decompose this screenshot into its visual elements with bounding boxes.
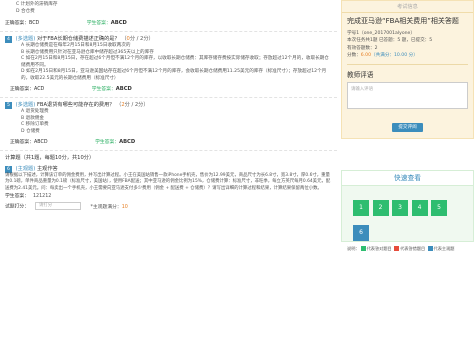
question-text: FBA退货有哪些可能存在的费用？: [36, 102, 115, 108]
legend-correct: 代表答对题目: [366, 246, 392, 251]
question-type: (主观题): [15, 166, 36, 172]
legend-correct-swatch: [360, 246, 366, 251]
question-header: 6 (主观题) 主观作答: [5, 165, 337, 173]
comment-title: 教师评语: [347, 70, 374, 79]
summary-info: 本次任务共1题 已答题：5 题，已提交：5: [347, 38, 433, 43]
question-score: （2分 / 2分）: [116, 102, 149, 108]
exam-info-panel: 考试信息 完成亚马逊“FBA相关费用”相关答题 学号1（one_201700​1…: [341, 0, 474, 139]
question-text: 主观作答: [36, 166, 58, 172]
question-cell-4[interactable]: 4: [411, 200, 428, 216]
question-type: (多选题): [15, 36, 36, 42]
question-cell-5[interactable]: 5: [431, 200, 447, 216]
question-header: 5 (多选题) FBA退货有哪些可能存在的费用？ （2分 / 2分）: [5, 101, 337, 109]
legend-subjective: 代表主观题: [433, 246, 455, 251]
divider: [347, 63, 468, 65]
question-cell-1[interactable]: 1: [353, 200, 369, 216]
student-answer: ABCD: [115, 86, 132, 92]
correct-answer: ACD: [34, 87, 45, 92]
rating-row: 试题打分： 请打分 *主观题满分：10: [0, 202, 337, 212]
question-4: 4 (多选题) 对于FBA长期仓储费描述正确的是？ （0分 / 2分） A 长期…: [0, 35, 337, 94]
correct-answer-label: 正确答案：: [10, 87, 34, 92]
answer-line: 正确答案：ACD 学生答案：ABCD: [5, 85, 337, 94]
comment-textarea[interactable]: 请输入评语: [347, 81, 468, 109]
correct-answer-label: 正确答案：: [10, 140, 34, 145]
divider: [0, 97, 337, 98]
option-d: D 仓储费: [21, 128, 40, 134]
correct-answer-label: 正确答案：: [5, 21, 29, 26]
question-header: 4 (多选题) 对于FBA长期仓储费描述正确的是？ （0分 / 2分）: [5, 35, 337, 43]
divider: [0, 150, 337, 151]
question-description: 请根据以下描述，计算该订单的佣金费用，并写出计算过程。小王在美国站销售一款iPh…: [5, 173, 331, 191]
panel-body: 完成亚马逊“FBA相关费用”相关答题 学号1（one_201700​1alyon…: [342, 13, 473, 138]
student-answer-row: 学生答案： 121212: [0, 192, 337, 202]
student-answer: ABCD: [119, 139, 136, 145]
submit-wrap: 提交评阅: [347, 113, 468, 132]
option-d: D 如在2月15日和8月15日，亚马逊美国站存在超过6个月但不满12个月的库存，…: [21, 69, 327, 81]
question-number: 5: [5, 102, 12, 109]
question-cell-6[interactable]: 6: [353, 225, 369, 241]
student-answer: 121212: [33, 194, 52, 200]
question-score: （0分 / 2分）: [121, 36, 154, 42]
max-score: *主观题满分：10: [90, 204, 128, 210]
score-value: 6.00: [360, 53, 372, 58]
rating-label: 试题打分：: [5, 204, 29, 210]
student-answer-label: 学生答案：: [86, 21, 111, 26]
answer-line: 正确答案：ABCD 学生答案：ABCD: [5, 138, 337, 147]
option: D 合仓费: [16, 8, 35, 14]
submit-review-button[interactable]: 提交评阅: [392, 122, 423, 132]
question-5: 5 (多选题) FBA退货有哪些可能存在的费用？ （2分 / 2分） A 退货处…: [0, 101, 337, 147]
quick-view-title: 快速查看: [342, 171, 473, 186]
legend-subjective-swatch: [427, 246, 433, 251]
question-grid: 1 2 3 4 5 6: [342, 186, 473, 246]
answer-line: 正确答案：BCD 学生答案：ABCD: [0, 19, 337, 28]
option-c: C 如在2月15日和8月15日，存在超过6个月但不满12个月的库存，以收取长期仓…: [21, 56, 329, 68]
question-number: 4: [5, 36, 12, 43]
score-info: 分数：6.00（共满分：10.00 分）: [347, 53, 418, 58]
panel-header: 考试信息: [342, 1, 473, 13]
question-number: 6: [5, 166, 12, 173]
exam-title: 完成亚马逊“FBA相关费用”相关答题: [347, 17, 459, 25]
legend-wrong-swatch: [394, 246, 400, 251]
correct-answer: ABCD: [34, 140, 48, 145]
student-answer-label: 学生答案：: [5, 194, 29, 200]
answered-info: 有效答题数：2: [347, 45, 378, 51]
question-cell-3[interactable]: 3: [392, 200, 408, 216]
question-cell-2[interactable]: 2: [372, 200, 389, 216]
question-6: 6 (主观题) 主观作答 请根据以下描述，计算该订单的佣金费用，并写出计算过程。…: [0, 165, 337, 192]
student-answer: ABCD: [110, 20, 127, 26]
correct-answer: BCD: [29, 21, 40, 26]
quick-view-panel: 快速查看 1 2 3 4 5 6 说明： 代表答对题目 代表答错题目 代表主观题: [341, 170, 474, 251]
question-type: (多选题): [15, 102, 36, 108]
section-title: 计算题（共1题，每题10分，共10分）: [5, 155, 95, 161]
legend-wrong: 代表答错题目: [400, 246, 426, 251]
question-3-tail: C 计划外的滞销库存 D 合仓费 正确答案：BCD 学生答案：ABCD: [0, 2, 337, 28]
question-text: 对于FBA长期仓储费描述正确的是？: [36, 36, 120, 42]
divider: [0, 31, 337, 32]
student-answer-label: 学生答案：: [91, 87, 116, 92]
student-answer-label: 学生答案：: [95, 140, 120, 145]
sidebar: 考试信息 完成亚马逊“FBA相关费用”相关答题 学号1（one_201700​1…: [341, 0, 474, 338]
score-input[interactable]: 请打分: [35, 202, 81, 211]
score-total: （共满分：10.00 分）: [371, 53, 418, 58]
legend: 说明： 代表答对题目 代表答错题目 代表主观题: [347, 246, 455, 251]
question-list: C 计划外的滞销库存 D 合仓费 正确答案：BCD 学生答案：ABCD 4 (多…: [0, 0, 337, 338]
student-info: 学号1（one_201700​1alyone）: [347, 30, 415, 36]
